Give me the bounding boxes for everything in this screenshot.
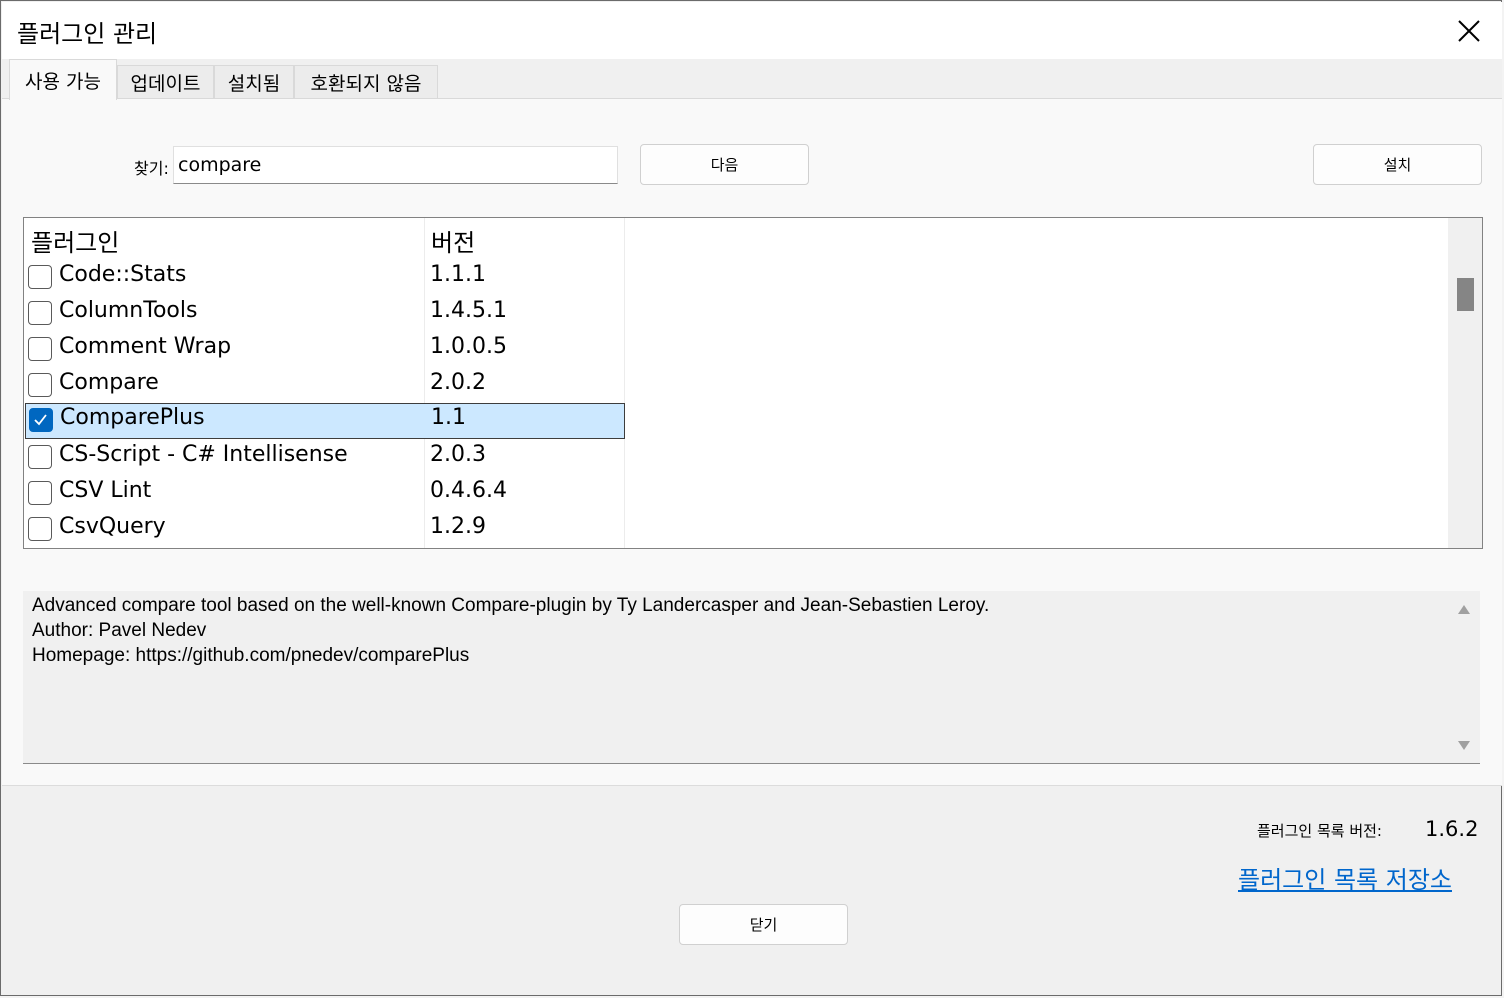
plugin-name: ColumnTools xyxy=(59,298,198,323)
plugin-name: Comment Wrap xyxy=(59,334,232,359)
search-label: 찾기: xyxy=(134,159,169,178)
row-checkbox[interactable] xyxy=(28,445,52,469)
row-checkbox[interactable] xyxy=(29,408,53,432)
list-item[interactable]: CS-Script - C# Intellisense 2.0.3 xyxy=(24,440,624,476)
scroll-down-arrow-icon[interactable] xyxy=(1458,741,1470,750)
tab-available[interactable]: 사용 가능 xyxy=(9,59,117,100)
footer-divider xyxy=(2,785,1502,786)
scroll-up-arrow-icon[interactable] xyxy=(1458,605,1470,614)
window-title: 플러그인 관리 xyxy=(17,20,158,48)
list-item[interactable]: Comment Wrap 1.0.0.5 xyxy=(24,332,624,368)
row-checkbox[interactable] xyxy=(28,481,52,505)
tab-installed[interactable]: 설치됨 xyxy=(214,65,294,98)
list-item[interactable]: ColumnTools 1.4.5.1 xyxy=(24,296,624,332)
close-window-button[interactable] xyxy=(1436,2,1502,59)
close-icon xyxy=(1458,19,1480,42)
next-button[interactable]: 다음 xyxy=(640,144,809,185)
column-header-version[interactable]: 버전 xyxy=(431,223,475,258)
row-checkbox[interactable] xyxy=(28,265,52,289)
checkmark-icon xyxy=(34,414,47,426)
description-scrollbar[interactable] xyxy=(1448,591,1480,763)
plugin-name: ComparePlus xyxy=(60,405,205,430)
plugin-name: Code::Stats xyxy=(59,262,187,287)
row-checkbox[interactable] xyxy=(28,517,52,541)
plugin-version: 2.0.3 xyxy=(430,442,486,467)
row-checkbox[interactable] xyxy=(28,337,52,361)
tab-incompatible[interactable]: 호환되지 않음 xyxy=(294,65,438,98)
list-version-label: 플러그인 목록 버전: xyxy=(1257,822,1382,840)
list-item[interactable]: Code::Stats 1.1.1 xyxy=(24,260,624,296)
description-line: Advanced compare tool based on the well-… xyxy=(32,595,990,616)
plugin-name: CsvQuery xyxy=(59,514,166,539)
list-version-value: 1.6.2 xyxy=(1425,817,1479,841)
plugin-version: 1.0.0.5 xyxy=(430,334,507,359)
description-line: Homepage: https://github.com/pnedev/comp… xyxy=(32,645,470,666)
close-button[interactable]: 닫기 xyxy=(679,904,848,945)
description-line: Author: Pavel Nedev xyxy=(32,620,207,641)
plugin-version: 1.1 xyxy=(431,405,466,430)
row-checkbox[interactable] xyxy=(28,373,52,397)
column-divider xyxy=(624,218,625,548)
column-header-plugin[interactable]: 플러그인 xyxy=(31,223,119,258)
scrollbar-thumb[interactable] xyxy=(1457,278,1474,311)
plugin-version: 1.4.5.1 xyxy=(430,298,507,323)
plugin-version: 1.1.1 xyxy=(430,262,486,287)
search-input[interactable] xyxy=(173,146,618,184)
plugin-name: CS-Script - C# Intellisense xyxy=(59,442,348,467)
plugin-list: 플러그인 버전 Code::Stats 1.1.1 ColumnTools 1.… xyxy=(23,217,1483,549)
list-scrollbar[interactable] xyxy=(1448,218,1482,548)
plugin-version: 1.2.9 xyxy=(430,514,486,539)
list-item[interactable]: CSV Lint 0.4.6.4 xyxy=(24,476,624,512)
plugin-description: Advanced compare tool based on the well-… xyxy=(23,591,1480,764)
list-item[interactable]: Compare 2.0.2 xyxy=(24,368,624,404)
list-item-selected[interactable]: ComparePlus 1.1 xyxy=(25,403,625,439)
plugin-manager-window: 플러그인 관리 사용 가능 업데이트 설치됨 호환되지 않음 찾기: 다음 설치… xyxy=(0,0,1502,996)
tab-updates[interactable]: 업데이트 xyxy=(117,65,214,98)
plugin-name: Compare xyxy=(59,370,159,395)
install-button[interactable]: 설치 xyxy=(1313,144,1482,185)
plugin-list-repo-link[interactable]: 플러그인 목록 저장소 xyxy=(1238,860,1452,895)
plugin-name: CSV Lint xyxy=(59,478,152,503)
plugin-version: 0.4.6.4 xyxy=(430,478,507,503)
plugin-version: 2.0.2 xyxy=(430,370,486,395)
row-checkbox[interactable] xyxy=(28,301,52,325)
list-item[interactable]: CsvQuery 1.2.9 xyxy=(24,512,624,548)
title-bar: 플러그인 관리 xyxy=(2,2,1502,59)
